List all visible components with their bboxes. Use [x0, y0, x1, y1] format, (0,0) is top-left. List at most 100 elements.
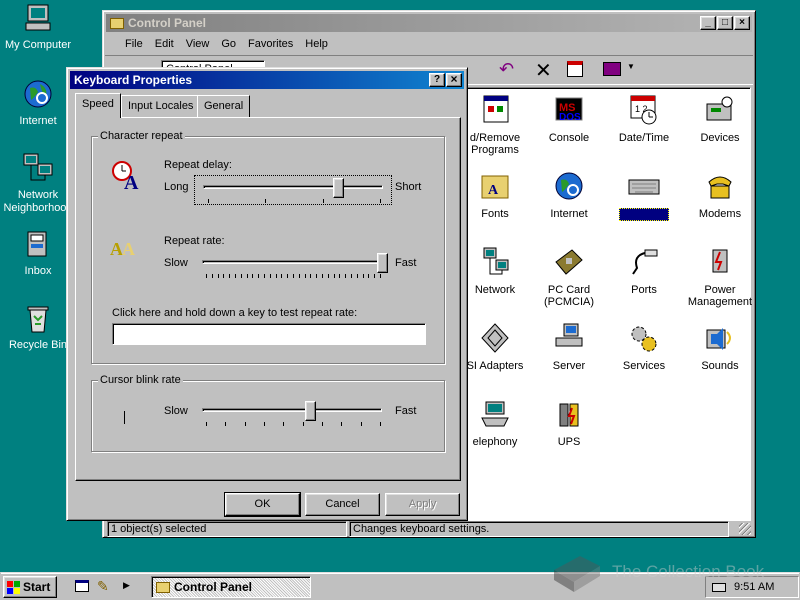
menu-go[interactable]: Go — [215, 35, 242, 53]
repeat-rate-thumb[interactable] — [376, 253, 388, 273]
repeat-rate-slider[interactable] — [194, 251, 392, 281]
cursor-blink-max-label: Fast — [395, 405, 417, 417]
inbox-icon — [27, 231, 47, 257]
desktop-icon-internet[interactable]: Internet — [0, 78, 76, 128]
repeat-delay-slider[interactable] — [194, 175, 392, 205]
chevron-down-icon[interactable]: ▼ — [627, 62, 635, 71]
delete-icon[interactable]: ✕ — [535, 58, 552, 83]
tab-input-locales[interactable]: Input Locales — [121, 95, 201, 117]
folder-icon — [156, 581, 170, 593]
server-icon — [555, 323, 583, 347]
apply-button[interactable]: Apply — [385, 493, 460, 516]
cursor-blink-track — [202, 408, 382, 412]
desktop-icon-label: My Computer — [4, 39, 72, 51]
tab-strip: Speed Input Locales General — [75, 93, 461, 119]
cp-item-server[interactable]: Server — [529, 322, 609, 372]
cp-item-internet[interactable]: Internet — [529, 170, 609, 220]
cp-item-modems[interactable]: Modems — [680, 170, 760, 220]
launch-app-icon[interactable]: ✎ — [97, 578, 109, 595]
status-left: 1 object(s) selected — [107, 521, 347, 537]
desktop-icon-label: Internet — [19, 115, 57, 127]
ups-battery-icon — [559, 403, 579, 427]
system-tray: 9:51 AM — [705, 576, 799, 598]
cp-item-services[interactable]: Services — [604, 322, 684, 372]
dialog-titlebar[interactable]: Keyboard Properties ? × — [70, 71, 464, 89]
slider-tick — [283, 422, 285, 426]
cp-item-sounds[interactable]: Sounds — [680, 322, 760, 372]
cursor-blink-thumb[interactable] — [304, 401, 316, 421]
slider-tick — [235, 274, 236, 278]
slider-tick — [356, 274, 358, 278]
slider-tick — [380, 274, 381, 278]
cp-item-console[interactable]: MS DOS Console — [529, 94, 609, 144]
slider-tick — [322, 422, 323, 426]
repeat-delay-max-label: Short — [395, 181, 422, 193]
group-label: Cursor blink rate — [98, 374, 183, 386]
cp-item-power-management[interactable]: Power Management — [680, 246, 760, 308]
chevron-right-icon[interactable]: ▶ — [123, 580, 130, 591]
menu-help[interactable]: Help — [299, 35, 334, 53]
maximize-button[interactable]: □ — [717, 16, 733, 30]
desktop-icon-inbox[interactable]: Inbox — [0, 228, 76, 278]
repeat-delay-ticks — [208, 199, 381, 205]
resize-grip-icon[interactable] — [739, 523, 751, 535]
menu-edit[interactable]: Edit — [149, 35, 180, 53]
undo-icon[interactable]: ↶ — [499, 59, 514, 80]
slider-tick — [281, 274, 283, 278]
taskbar: Start ✎ ▶ Control Panel 9:51 AM — [0, 572, 800, 600]
cursor-blink-slider[interactable] — [194, 399, 392, 429]
keyboard-tray-icon[interactable] — [712, 582, 726, 592]
repeat-delay-min-label: Long — [164, 181, 189, 193]
slider-tick — [223, 274, 225, 278]
slider-tick — [360, 422, 362, 426]
svg-text:A: A — [124, 172, 139, 191]
close-button[interactable]: × — [446, 73, 462, 87]
properties-icon[interactable] — [567, 61, 583, 77]
repeat-rate-ticks — [206, 274, 381, 280]
repeat-rate-min-label: Slow — [164, 257, 188, 269]
tab-general[interactable]: General — [197, 95, 251, 117]
repeat-rate-max-label: Fast — [395, 257, 417, 269]
show-desktop-icon[interactable] — [75, 580, 89, 592]
slider-tick — [287, 274, 289, 278]
pc-card-icon — [555, 249, 583, 275]
cp-item-label: Sounds — [701, 360, 739, 372]
cp-item-label: Devices — [700, 132, 740, 144]
svg-text:A: A — [122, 239, 135, 259]
fonts-folder-icon: A — [481, 175, 509, 199]
control-panel-titlebar[interactable]: Control Panel _ □ × — [106, 14, 752, 32]
scsi-adapter-icon — [481, 323, 509, 353]
slider-tick — [302, 422, 304, 426]
cp-item-date-time[interactable]: 1 2 Date/Time — [604, 94, 684, 144]
slider-tick — [208, 199, 209, 203]
start-button[interactable]: Start — [3, 576, 57, 598]
ok-button[interactable]: OK — [224, 492, 301, 517]
menu-view[interactable]: View — [180, 35, 216, 53]
close-button[interactable]: × — [734, 16, 750, 30]
slider-tick — [246, 274, 248, 278]
help-button[interactable]: ? — [429, 73, 445, 87]
desktop-icon-network-neighborhood[interactable]: Network Neighborhood — [0, 152, 76, 215]
desktop-icon-my-computer[interactable]: My Computer — [0, 2, 76, 52]
menu-favorites[interactable]: Favorites — [242, 35, 299, 53]
cp-item-keyboard-selected[interactable] — [604, 170, 684, 221]
slider-tick — [327, 274, 329, 278]
cp-item-label: Internet — [550, 208, 588, 220]
cancel-button[interactable]: Cancel — [305, 493, 380, 516]
test-repeat-input[interactable] — [112, 323, 426, 345]
views-icon[interactable] — [603, 62, 621, 76]
desktop-icon-recycle-bin[interactable]: Recycle Bin — [0, 302, 76, 352]
slider-tick — [206, 274, 207, 278]
taskbar-item-control-panel[interactable]: Control Panel — [151, 576, 311, 598]
cp-item-ups[interactable]: UPS — [529, 398, 609, 448]
desktop-icon-label: Inbox — [24, 265, 52, 277]
minimize-button[interactable]: _ — [700, 16, 716, 30]
menu-file[interactable]: File — [119, 35, 149, 53]
tab-speed[interactable]: Speed — [75, 93, 121, 118]
cp-item-ports[interactable]: Ports — [604, 246, 684, 296]
cp-item-devices[interactable]: Devices — [680, 94, 760, 144]
clock: 9:51 AM — [734, 581, 775, 593]
slider-tick — [304, 274, 306, 278]
repeat-delay-thumb[interactable] — [332, 178, 344, 198]
cp-item-pc-card[interactable]: PC Card (PCMCIA) — [529, 246, 609, 308]
